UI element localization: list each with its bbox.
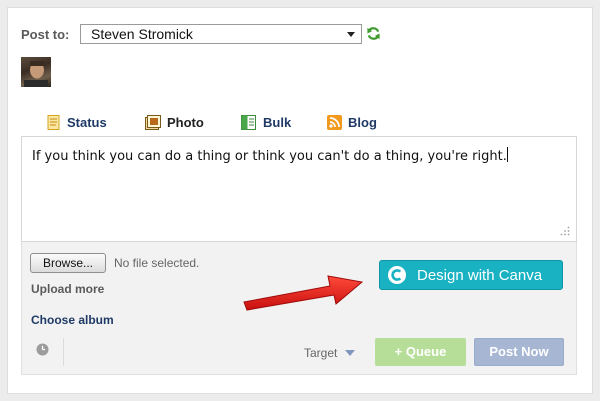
add-to-queue-button[interactable]: + Queue (375, 338, 466, 366)
chevron-down-icon (347, 32, 355, 37)
account-select-value: Steven Stromick (91, 26, 193, 42)
account-select[interactable]: Steven Stromick (80, 24, 362, 44)
canva-button-label: Design with Canva (417, 266, 543, 284)
tab-blog[interactable]: Blog (327, 112, 377, 132)
rss-icon (327, 114, 342, 130)
file-status: No file selected. (114, 256, 200, 270)
post-now-button[interactable]: Post Now (474, 338, 564, 366)
resize-handle-icon[interactable] (560, 226, 570, 236)
photo-icon (145, 114, 161, 130)
canva-logo-icon (388, 266, 406, 284)
target-label: Target (304, 346, 338, 360)
tab-photo-label: Photo (167, 114, 204, 130)
design-with-canva-button[interactable]: Design with Canva (379, 260, 563, 290)
message-text: If you think you can do a thing or think… (32, 149, 507, 164)
status-icon (47, 114, 60, 130)
chevron-down-icon (345, 350, 356, 356)
refresh-icon[interactable] (366, 26, 381, 41)
bulk-icon (241, 114, 256, 130)
post-to-label: Post to: (21, 27, 70, 42)
avatar (21, 57, 51, 87)
tab-status[interactable]: Status (47, 112, 107, 132)
upload-more-link[interactable]: Upload more (31, 282, 104, 296)
footer-divider (63, 338, 64, 366)
tab-blog-label: Blog (348, 114, 377, 130)
tab-bulk-label: Bulk (263, 114, 292, 130)
text-cursor (506, 147, 508, 162)
target-dropdown[interactable]: Target (304, 346, 356, 360)
tab-bulk[interactable]: Bulk (241, 112, 291, 132)
annotation-arrow-icon (243, 275, 364, 311)
browse-button[interactable]: Browse... (30, 253, 106, 273)
message-textarea[interactable]: If you think you can do a thing or think… (21, 136, 577, 242)
choose-album-link[interactable]: Choose album (31, 313, 114, 327)
tab-photo[interactable]: Photo (145, 112, 204, 132)
tab-status-label: Status (67, 114, 107, 130)
clock-icon[interactable] (36, 343, 49, 356)
